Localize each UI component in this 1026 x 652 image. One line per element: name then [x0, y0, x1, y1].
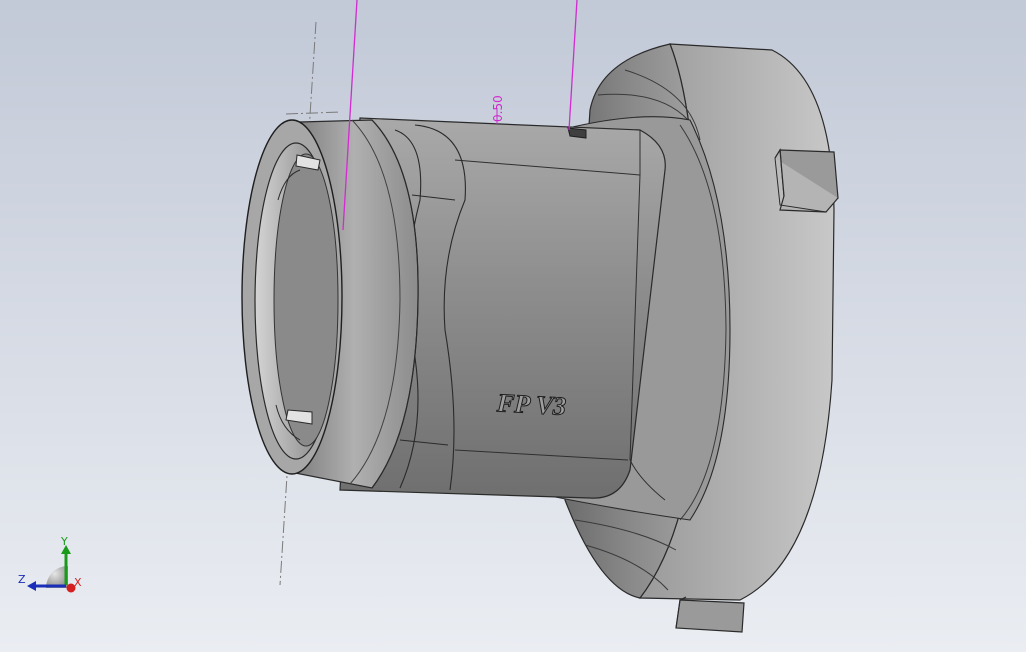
engraved-label: FP V3: [495, 388, 567, 421]
flange-tab-right[interactable]: [774, 148, 839, 213]
z-axis-label: Z: [18, 573, 26, 586]
cad-scene[interactable]: FP V3 0.50 Y Z X: [0, 0, 1026, 652]
y-axis-label: Y: [60, 535, 68, 548]
x-axis-label: X: [74, 576, 82, 589]
dimension-value[interactable]: 0.50: [491, 95, 505, 122]
front-boss[interactable]: [241, 119, 419, 489]
flange-tab-bottom[interactable]: [675, 596, 745, 633]
cad-graphics-area[interactable]: FP V3 0.50 Y Z X: [0, 0, 1026, 652]
